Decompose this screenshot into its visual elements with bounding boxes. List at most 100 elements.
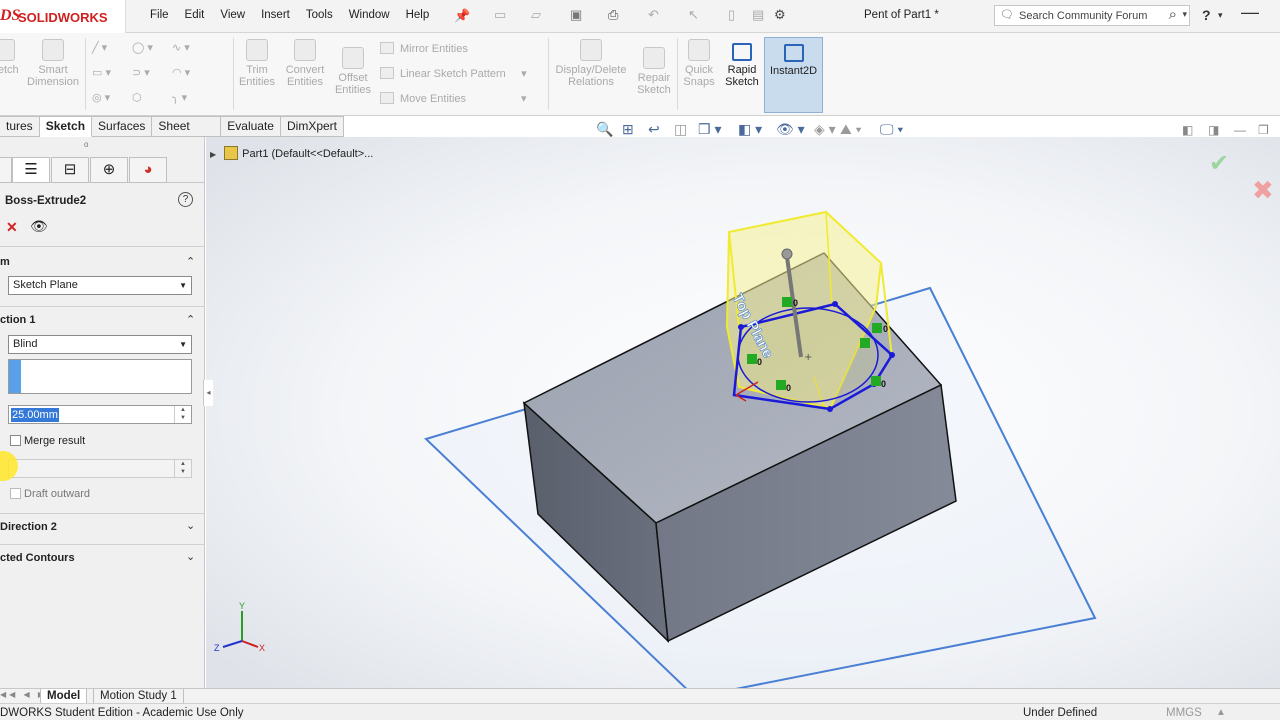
- tab-surfaces[interactable]: Surfaces: [92, 116, 153, 137]
- panel-splitter-icon[interactable]: o: [84, 140, 88, 149]
- selected-contours-section-header[interactable]: cted Contours: [0, 552, 75, 564]
- tab-sheet-metal[interactable]: Sheet Metal: [152, 116, 222, 152]
- polygon-icon[interactable]: ⬡: [132, 91, 142, 104]
- hide-show-items-icon[interactable]: 👁 ▾: [776, 121, 805, 138]
- tab-features[interactable]: tures: [0, 116, 40, 137]
- section-view-icon[interactable]: ◫: [674, 121, 687, 138]
- restore-document-icon[interactable]: ❐: [1258, 123, 1269, 137]
- preview-eye-icon[interactable]: 👁: [30, 218, 48, 235]
- display-delete-relations-button[interactable]: Display/Delete Relations: [552, 39, 630, 88]
- new-document-icon[interactable]: ▭: [494, 7, 506, 25]
- cancel-icon[interactable]: ✕: [6, 219, 18, 236]
- spin-arrows-icon[interactable]: ▲ ▼: [174, 460, 191, 477]
- tab-motion-study-1[interactable]: Motion Study 1: [93, 689, 184, 704]
- panel-collapse-handle[interactable]: ◂: [203, 380, 213, 406]
- relation-icon[interactable]: [871, 376, 881, 386]
- end-condition-select[interactable]: Blind ▼: [8, 335, 192, 354]
- chevron-down-icon[interactable]: ⌄: [186, 519, 195, 532]
- view-orientation-icon[interactable]: ❒ ▾: [698, 121, 721, 138]
- tab-model[interactable]: Model: [40, 689, 88, 704]
- rectangle-icon[interactable]: ▭ ▾: [92, 66, 111, 79]
- menu-tools[interactable]: Tools: [306, 9, 333, 21]
- direction-vector-box[interactable]: [8, 359, 192, 394]
- menu-window[interactable]: Window: [349, 9, 390, 21]
- unit-system-arrow[interactable]: ▲: [1216, 707, 1226, 718]
- file-properties-icon[interactable]: ▤: [752, 7, 764, 25]
- confirm-check-icon[interactable]: ✔: [1209, 149, 1229, 178]
- direction1-section-header[interactable]: ction 1: [0, 314, 35, 326]
- edit-sketch-button[interactable]: it etch: [0, 39, 22, 76]
- quick-snaps-button[interactable]: Quick Snaps: [680, 39, 718, 88]
- cancel-x-icon[interactable]: ✖: [1252, 175, 1274, 206]
- view-settings-icon[interactable]: 🖵 ▾: [880, 121, 903, 138]
- zoom-to-area-icon[interactable]: ⊞: [622, 121, 634, 138]
- merge-result-checkbox[interactable]: Merge result: [10, 435, 85, 447]
- edit-appearance-icon[interactable]: ◈ ▾: [814, 121, 836, 138]
- relation-icon[interactable]: [872, 323, 882, 333]
- property-manager-tab[interactable]: ☰: [12, 157, 50, 183]
- relation-icon[interactable]: [776, 380, 786, 390]
- chevron-down-icon[interactable]: ⌄: [186, 550, 195, 563]
- relation-icon[interactable]: [747, 354, 757, 364]
- help-button[interactable]: ?: [1202, 7, 1211, 23]
- line-icon[interactable]: ╱ ▾: [92, 41, 107, 54]
- from-section-header[interactable]: m: [0, 256, 10, 268]
- arrow-handle[interactable]: [781, 248, 793, 260]
- instant2d-button[interactable]: Instant2D: [764, 37, 823, 113]
- part-root-label[interactable]: Part1 (Default<<Default>...: [242, 148, 373, 160]
- tile-right-icon[interactable]: ◨: [1208, 123, 1219, 137]
- options-gear-icon[interactable]: ⚙: [774, 7, 786, 25]
- graphics-area[interactable]: + Top Plane 0 0 0 0 0 Y X Z ▶Part1 (Def: [206, 137, 1280, 688]
- search-icon[interactable]: ⌕: [1169, 6, 1177, 23]
- unit-system[interactable]: MMGS: [1166, 707, 1202, 719]
- model-canvas[interactable]: + Top Plane 0 0 0 0 0 Y X Z: [206, 137, 1280, 688]
- zoom-to-fit-icon[interactable]: 🔍: [596, 121, 613, 138]
- open-icon[interactable]: ▱: [531, 7, 541, 25]
- menu-view[interactable]: View: [220, 9, 245, 21]
- depth-value[interactable]: 25.00mm: [11, 408, 59, 422]
- spin-arrows-icon[interactable]: ▲ ▼: [174, 406, 191, 423]
- help-dropdown-icon[interactable]: ▾: [1218, 10, 1223, 21]
- smart-dimension-button[interactable]: Smart Dimension: [24, 39, 82, 88]
- minimize-document-icon[interactable]: —: [1234, 123, 1246, 137]
- configuration-manager-tab[interactable]: ⊟: [51, 157, 89, 183]
- direction2-section-header[interactable]: Direction 2: [0, 521, 57, 533]
- tab-dimxpert[interactable]: DimXpert: [280, 116, 344, 137]
- display-manager-tab[interactable]: ◕: [129, 157, 167, 183]
- draft-outward-checkbox[interactable]: Draft outward: [10, 488, 90, 500]
- chevron-up-icon[interactable]: ⌃: [186, 313, 195, 326]
- pin-icon[interactable]: 📌: [454, 8, 470, 24]
- sketch-point[interactable]: [889, 352, 895, 358]
- menu-file[interactable]: File: [150, 9, 169, 21]
- save-icon[interactable]: ▣: [570, 7, 582, 25]
- convert-entities-button[interactable]: Convert Entities: [282, 39, 328, 88]
- help-icon[interactable]: ?: [178, 192, 193, 207]
- menu-insert[interactable]: Insert: [261, 9, 290, 21]
- trim-entities-button[interactable]: Trim Entities: [236, 39, 278, 88]
- rapid-sketch-button[interactable]: Rapid Sketch: [722, 37, 762, 88]
- minimize-icon[interactable]: —: [1241, 2, 1259, 23]
- search-input[interactable]: Search Community Forum: [1019, 10, 1147, 22]
- repair-sketch-button[interactable]: Repair Sketch: [634, 47, 674, 96]
- undo-icon[interactable]: ↶: [648, 7, 659, 25]
- previous-view-icon[interactable]: ↩: [648, 121, 660, 138]
- draft-angle-spinbox[interactable]: ▲ ▼: [8, 459, 192, 478]
- rebuild-icon[interactable]: ▯: [728, 7, 735, 25]
- print-icon[interactable]: ⎙: [608, 7, 618, 25]
- tab-evaluate[interactable]: Evaluate: [221, 116, 281, 137]
- mirror-entities-button[interactable]: Mirror Entities: [380, 42, 468, 55]
- tab-sketch[interactable]: Sketch: [39, 116, 93, 137]
- feature-manager-tab[interactable]: ▦: [0, 157, 12, 183]
- from-select[interactable]: Sketch Plane ▼: [8, 276, 192, 295]
- menu-help[interactable]: Help: [406, 9, 430, 21]
- sketch-point[interactable]: [827, 406, 833, 412]
- slot-icon[interactable]: ⊃ ▾: [132, 66, 150, 79]
- apply-scene-icon[interactable]: ⛰ ▾: [840, 121, 862, 138]
- solidworks-logo[interactable]: DS SOLIDWORKS: [0, 0, 126, 33]
- feature-tree-flyout[interactable]: ▶ Part1 (Default<<Default>...: [210, 146, 373, 160]
- chevron-up-icon[interactable]: ⌃: [186, 255, 195, 268]
- display-style-icon[interactable]: ◧ ▾: [738, 121, 762, 138]
- expand-arrow-icon[interactable]: ▶: [210, 150, 216, 159]
- spline-icon[interactable]: ∿ ▾: [172, 41, 190, 54]
- sketch-fillet-icon[interactable]: ╮ ▾: [172, 91, 187, 104]
